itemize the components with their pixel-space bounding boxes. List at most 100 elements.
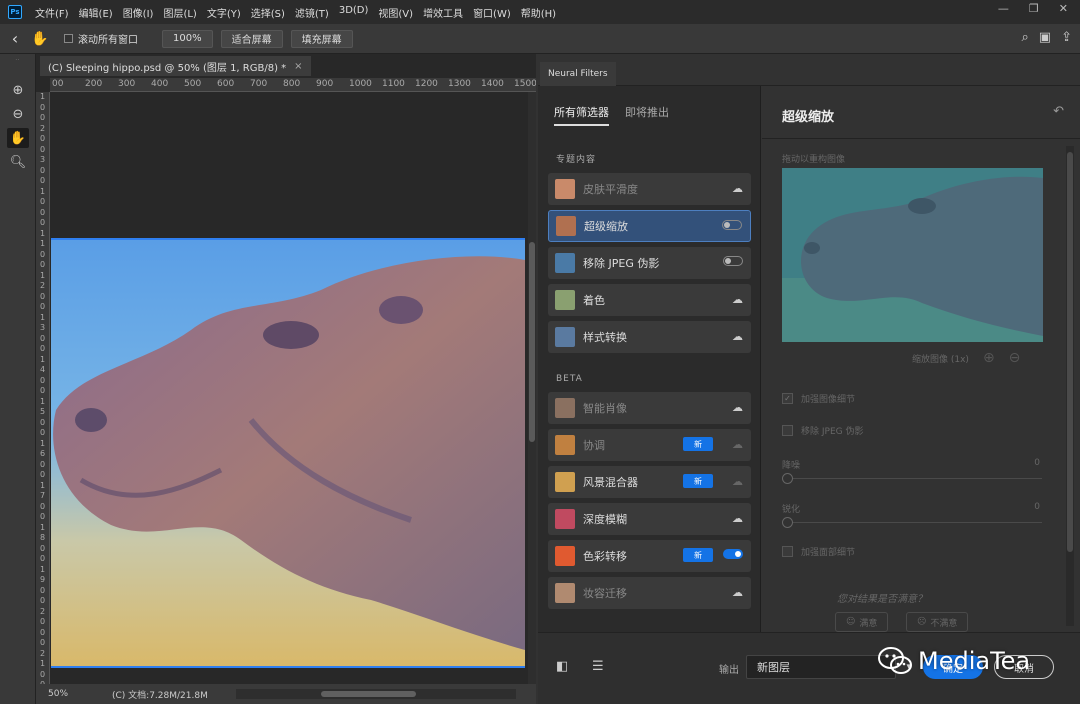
filter-row[interactable]: 风景混合器 新 ☁ — [548, 466, 751, 498]
face-detail-option[interactable]: 加强面部细节 — [782, 545, 855, 558]
menu-item[interactable]: 图像(I) — [118, 5, 159, 20]
vertical-ruler[interactable]: 1002003001000110012001300140015001600170… — [36, 92, 50, 684]
reset-icon[interactable]: ↶ — [1053, 104, 1064, 119]
filter-toggle[interactable] — [723, 256, 743, 266]
close-tab-icon[interactable]: × — [294, 61, 302, 72]
filter-label: 皮肤平滑度 — [583, 183, 638, 196]
menu-item[interactable]: 文字(Y) — [202, 5, 246, 20]
cloud-download-icon[interactable]: ☁ — [732, 401, 743, 414]
cloud-download-icon[interactable]: ☁ — [732, 512, 743, 525]
neural-filters-tab[interactable]: Neural Filters — [540, 62, 616, 86]
menu-item[interactable]: 滤镜(T) — [290, 5, 334, 20]
filter-toggle[interactable] — [722, 220, 742, 230]
filter-row[interactable]: 深度模糊 ☁ — [548, 503, 751, 535]
zoom-in-icon[interactable]: ⊕ — [983, 350, 995, 366]
preview-image[interactable] — [782, 168, 1043, 342]
zoom-100-button[interactable]: 100% — [162, 29, 213, 48]
filter-row[interactable]: 移除 JPEG 伪影 — [548, 247, 751, 279]
filter-row[interactable]: 皮肤平滑度 ☁ — [548, 173, 751, 205]
ruler-tick-label: 1 — [39, 239, 46, 248]
scroll-all-checkbox[interactable] — [64, 34, 73, 43]
output-select[interactable]: 新图层 ▾ — [746, 655, 911, 679]
fill-screen-button[interactable]: 填充屏幕 — [290, 29, 353, 48]
menu-item[interactable]: 选择(S) — [246, 5, 290, 20]
ruler-tick-label: 2 — [39, 648, 46, 658]
ruler-tick-label: 0 — [39, 218, 46, 227]
share-icon[interactable]: ⇪ — [1061, 30, 1072, 45]
fit-screen-button[interactable]: 适合屏幕 — [220, 29, 283, 48]
zoom-tool-icon[interactable]: 🔍︎ — [7, 152, 29, 172]
menu-item[interactable]: 3D(D) — [334, 5, 374, 20]
enhance-detail-option[interactable]: ✓ 加强图像细节 — [782, 392, 855, 405]
layers-icon[interactable]: ☰ — [592, 659, 604, 674]
bottom-bar: ◧ ☰ 输出 新图层 ▾ 确定 取消 MediaTea — [538, 632, 1080, 704]
cloud-download-icon[interactable]: ☁ — [732, 293, 743, 306]
workspace-icon[interactable]: ▣ — [1039, 30, 1051, 45]
denoise-slider-knob[interactable] — [782, 473, 793, 484]
menu-item[interactable]: 图层(L) — [158, 5, 201, 20]
cloud-download-icon[interactable]: ☁ — [732, 182, 743, 195]
filter-toggle[interactable] — [723, 549, 743, 559]
cloud-download-icon[interactable]: ☁ — [732, 586, 743, 599]
menu-item[interactable]: 帮助(H) — [516, 5, 561, 20]
zoom-out-icon[interactable]: ⊖ — [1009, 350, 1021, 366]
document-info[interactable]: (C) 文档:7.28M/21.8M — [112, 688, 208, 701]
filter-row[interactable]: 样式转换 ☁ — [548, 321, 751, 353]
back-arrow-icon[interactable]: ‹ — [0, 29, 30, 48]
unsatisfied-button[interactable]: ☹ 不满意 — [906, 612, 969, 632]
document-tab[interactable]: (C) Sleeping hippo.psd @ 50% (图层 1, RGB/… — [40, 56, 311, 76]
horizontal-scrollbar[interactable] — [236, 689, 516, 699]
sharpen-slider-knob[interactable] — [782, 517, 793, 528]
output-label: 输出 — [719, 665, 739, 676]
restore-button[interactable]: ❐ — [1029, 2, 1039, 15]
menu-item[interactable]: 编辑(E) — [74, 5, 118, 20]
wechat-icon — [878, 647, 912, 674]
canvas[interactable] — [50, 92, 528, 684]
tab-all-filters[interactable]: 所有筛选器 — [554, 104, 609, 126]
filter-thumbnail — [555, 398, 575, 418]
search-icon[interactable]: ⌕ — [1022, 30, 1029, 45]
cloud-download-icon[interactable]: ☁ — [732, 330, 743, 343]
zoom-level[interactable]: 50% — [48, 689, 98, 699]
filter-row[interactable]: 智能肖像 ☁ — [548, 392, 751, 424]
filter-row[interactable]: 超级缩放 — [548, 210, 751, 242]
menu-item[interactable]: 文件(F) — [30, 5, 74, 20]
menu-item[interactable]: 增效工具 — [418, 5, 468, 20]
ruler-tick-label: 0 — [39, 207, 46, 217]
filter-label: 样式转换 — [583, 331, 627, 344]
satisfied-button[interactable]: ☺ 满意 — [835, 612, 889, 632]
panel-grip-icon[interactable]: ‥ — [0, 54, 35, 62]
filter-row[interactable]: 色彩转移 新 — [548, 540, 751, 572]
enhance-detail-checkbox[interactable]: ✓ — [782, 393, 793, 404]
menu-item[interactable]: 窗口(W) — [468, 5, 516, 20]
ruler-tick-label: 1000 — [349, 79, 372, 89]
ruler-tick-label: 0 — [39, 512, 46, 521]
face-detail-checkbox[interactable] — [782, 546, 793, 557]
zoom-in-icon[interactable]: ⊕ — [7, 80, 29, 100]
hand-icon[interactable]: ✋ — [7, 128, 29, 148]
tab-coming-soon[interactable]: 即将推出 — [625, 104, 669, 126]
filter-row[interactable]: 妆容迁移 ☁ — [548, 577, 751, 609]
settings-scrollbar[interactable] — [1066, 146, 1074, 626]
ruler-tick-label: 1 — [39, 659, 46, 668]
denoise-track[interactable] — [788, 478, 1042, 479]
zoom-out-icon[interactable]: ⊖ — [7, 104, 29, 124]
ruler-tick-label: 500 — [184, 79, 202, 89]
hand-tool-icon[interactable]: ✋ — [30, 31, 50, 47]
sharpen-track[interactable] — [788, 522, 1042, 523]
vertical-scrollbar[interactable] — [528, 92, 536, 684]
horizontal-ruler[interactable]: 00 200 300 400 500 600 700 800 900 1000 1100 1200 13… — [50, 78, 536, 92]
close-button[interactable]: ✕ — [1059, 2, 1068, 15]
cloud-download-icon[interactable]: ☁ — [732, 475, 743, 488]
ruler-tick-label: 2 — [39, 606, 46, 616]
ruler-tick-label: 0 — [39, 144, 46, 154]
denoise-label: 降噪 — [782, 461, 801, 471]
remove-jpeg-option[interactable]: 移除 JPEG 伪影 — [782, 424, 863, 437]
cloud-download-icon[interactable]: ☁ — [732, 438, 743, 451]
menu-item[interactable]: 视图(V) — [373, 5, 418, 20]
compare-icon[interactable]: ◧ — [556, 659, 568, 674]
remove-jpeg-checkbox[interactable] — [782, 425, 793, 436]
minimize-button[interactable]: — — [998, 2, 1009, 15]
filter-row[interactable]: 着色 ☁ — [548, 284, 751, 316]
filter-row[interactable]: 协调 新 ☁ — [548, 429, 751, 461]
